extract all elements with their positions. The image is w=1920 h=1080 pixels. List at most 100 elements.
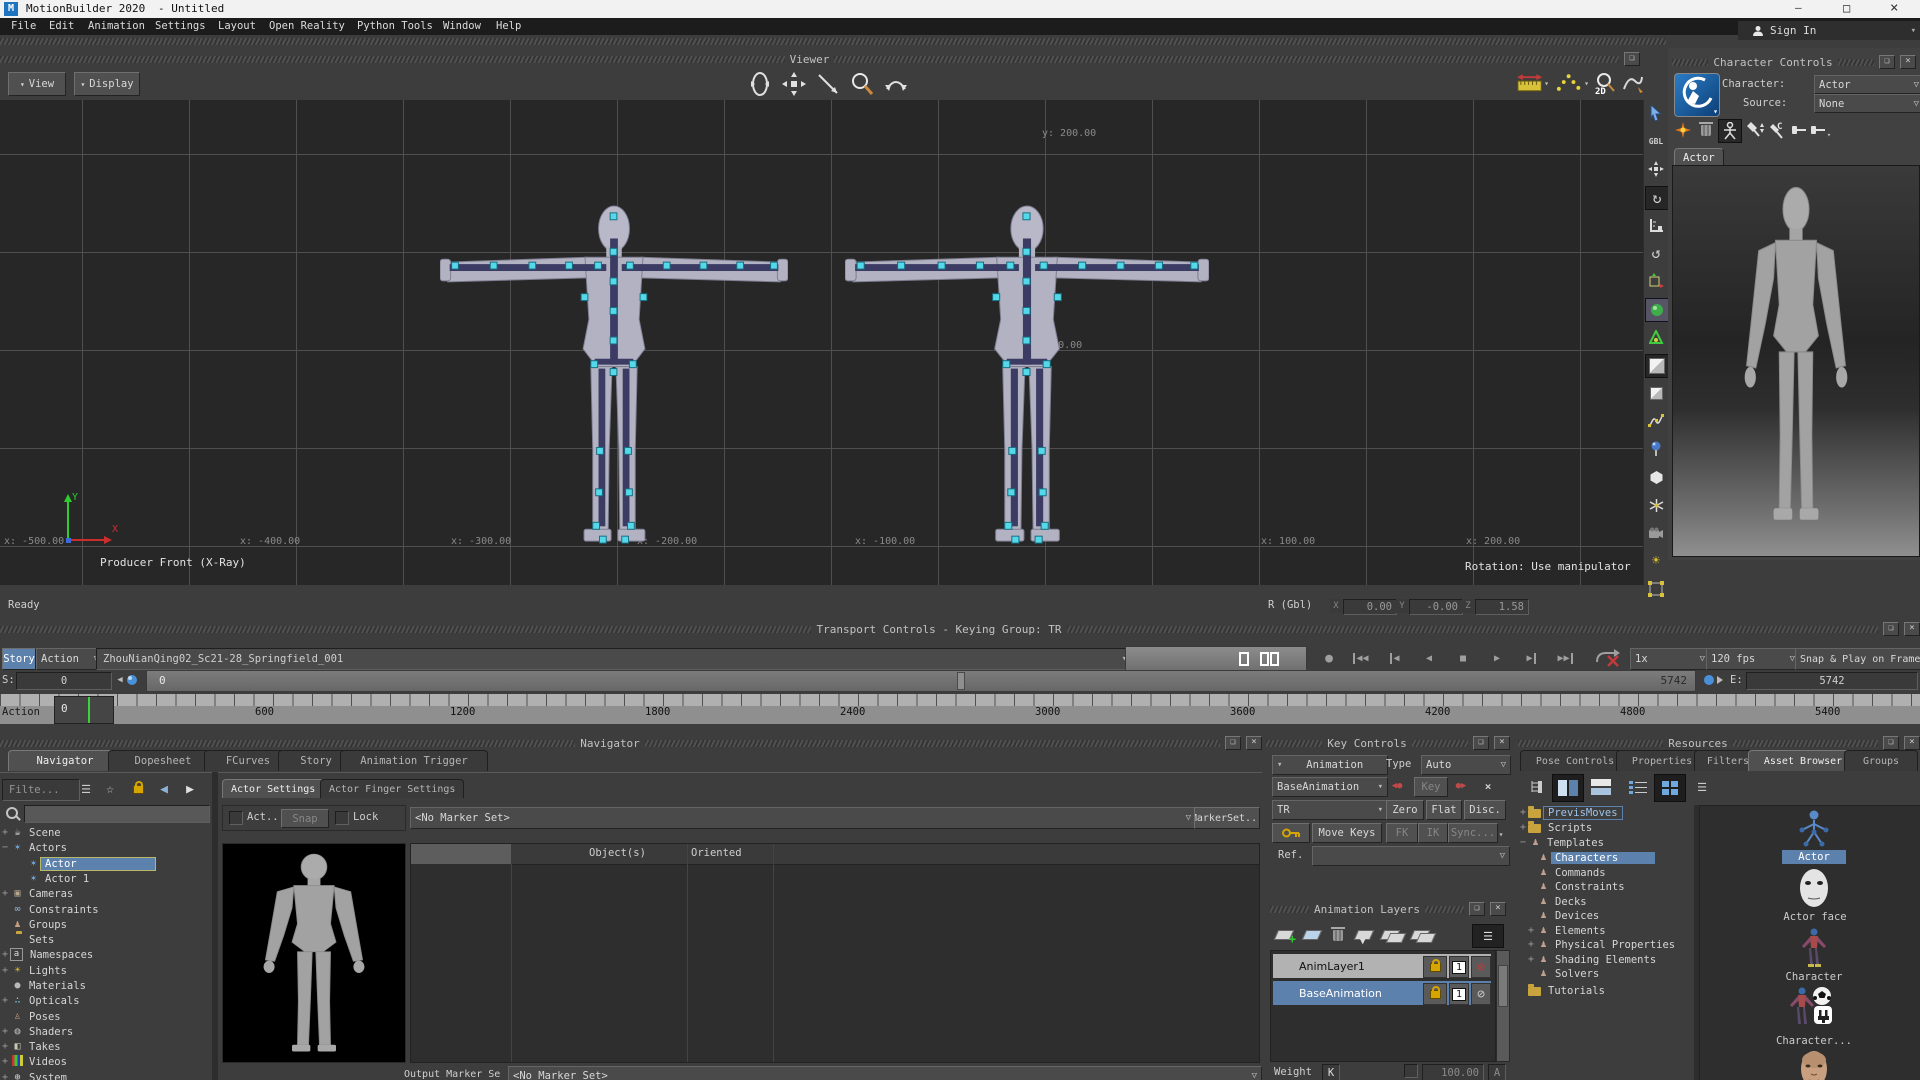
animation-layers-close-button[interactable]: × [1490,902,1506,916]
layer-row-animlayer1[interactable]: AnimLayer1 1 ⊘ [1273,954,1491,978]
playhead[interactable] [88,697,90,723]
delete-character-icon[interactable] [1698,122,1714,138]
tab-actor-settings[interactable]: Actor Settings [222,779,324,798]
previous-key-button[interactable]: ◀● [1384,777,1410,795]
split-view-icon[interactable] [1552,774,1584,802]
pin-rotate-icon[interactable]: C [1768,119,1790,141]
character-mode-button[interactable]: ▾ [1674,73,1720,117]
tree-item-opticals[interactable]: +∴Opticals [0,993,84,1008]
tree-item-sets[interactable]: Sets [0,932,58,947]
current-frame-box[interactable]: 0 [54,696,114,724]
layer-stack-alt-icon[interactable] [1410,926,1436,944]
tab-actor-finger-settings[interactable]: Actor Finger Settings [320,779,464,798]
pin-hold-icon[interactable] [1789,119,1809,141]
history-back-icon[interactable]: ◀ [154,781,174,797]
actor-tab[interactable]: Actor [1674,148,1724,166]
key-button[interactable]: Key [1414,777,1448,797]
weight-key-button[interactable]: K [1322,1064,1340,1080]
loop-off-icon[interactable] [1592,646,1624,670]
tab-asset-browser[interactable]: Asset Browser [1748,750,1858,771]
tree-item-actor-1[interactable]: ✶Actor 1 [26,871,93,886]
resources-close-button[interactable]: × [1904,736,1920,750]
trajectory-tool-icon[interactable]: ▾ [1555,72,1589,94]
tree-item-commands[interactable]: ♟Commands [1536,865,1610,880]
ik-button[interactable]: IK [1418,823,1448,843]
go-to-end-button[interactable]: ▶▶ [1550,648,1580,668]
story-button[interactable]: Story [2,648,36,670]
asset-character-face-icon[interactable] [1798,1050,1830,1080]
asset-actor-label[interactable]: Actor [1782,850,1846,864]
global-space-button[interactable]: GBL [1645,130,1667,152]
asset-actor-face-label[interactable]: Actor face [1770,910,1860,923]
next-key-button[interactable]: ●▶ [1448,777,1474,795]
minimize-button[interactable]: — [1795,1,1802,14]
key-controls-header[interactable]: Key Controls ❏× [1266,736,1510,750]
display-menu-button[interactable]: ▾Display [74,72,140,96]
action-mode-select[interactable]: Action▽ [36,648,104,670]
tree-item-scene[interactable]: +☕Scene [0,825,65,840]
active-checkbox[interactable] [229,811,243,825]
character-controls-close-button[interactable]: × [1900,55,1916,69]
asset-character-label[interactable]: Character [1778,970,1850,983]
weight-checkbox[interactable] [1404,1064,1418,1078]
cone-light-icon[interactable] [1645,326,1667,348]
step-back-button[interactable]: ◀ [1380,648,1410,668]
tree-item-cameras[interactable]: +▣Cameras [0,886,77,901]
tree-item-lights[interactable]: +☀Lights [0,963,71,978]
layout-single-icon[interactable] [1236,651,1252,667]
play-button[interactable]: ▶ [1482,648,1512,668]
view-menu-button[interactable]: ▾View [8,72,66,96]
maximize-button[interactable]: □ [1843,1,1850,15]
rotate-tool-icon[interactable]: ↻ [1645,186,1669,210]
tree-item-solvers[interactable]: ♟Solvers [1536,966,1603,981]
tree-item-physical-properties[interactable]: +♟Physical Properties [1526,937,1679,952]
weight-value-field[interactable]: 100.00 [1422,1064,1484,1080]
tree-item-actor[interactable]: ✶Actor [26,856,155,871]
close-button[interactable]: × [1890,0,1898,16]
viewport[interactable]: y: 200.00 y: 100.00 x: -500.00 x: -400.0… [0,100,1643,585]
tree-item-prevismoves[interactable]: +PrevisMoves [1518,805,1622,820]
tree-view-icon[interactable] [1526,777,1548,797]
tree-item-poses[interactable]: ♙Poses [0,1009,65,1024]
character-mode-dropdown-icon[interactable]: ▾ [1713,107,1718,116]
spline-tool-icon[interactable] [1645,410,1667,432]
layer-lock-button[interactable] [1423,956,1447,978]
select-cursor-icon[interactable] [1645,102,1667,124]
fk-button[interactable]: FK [1386,823,1418,843]
tree-item-groups[interactable]: ♟Groups [0,917,71,932]
source-select[interactable]: None▽ [1814,94,1920,113]
range-slider[interactable]: 0 5742 [146,670,1696,692]
menu-help[interactable]: Help [496,20,521,32]
marker-table[interactable]: Object(s) Oriented [410,843,1260,1063]
marker-set-select[interactable]: <No Marker Set>▽ [410,807,1196,829]
move-keys-button[interactable]: Move Keys [1312,823,1382,843]
asset-character-ext-label[interactable]: Character... [1766,1034,1862,1047]
animation-layers-header[interactable]: Animation Layers ❏× [1270,902,1506,916]
take-field[interactable]: ZhouNianQing02_Sc21-28_Springfield_001▾ [96,648,1134,670]
scale-tool-icon[interactable] [1645,214,1667,236]
resources-header[interactable]: Resources ❏× [1518,736,1920,750]
rotation-z-value[interactable]: 1.58 [1475,599,1529,615]
timeline-ruler[interactable]: Action 0 600 1200 1800 2400 3000 3600 42… [0,694,1920,724]
menu-edit[interactable]: Edit [49,20,74,32]
tree-item-shaders[interactable]: +◍Shaders [0,1024,77,1039]
tree-item-characters[interactable]: ♟Characters [1536,850,1655,865]
layer-select[interactable]: BaseAnimation▾ [1272,777,1388,797]
layer-mute-button[interactable]: ⊘ [1471,983,1491,1005]
layer-list-button[interactable]: ☰ [1472,924,1504,948]
tree-item-decks[interactable]: ♟Decks [1536,894,1591,909]
menu-layout[interactable]: Layout [218,20,256,32]
grid-view-icon[interactable] [1654,774,1686,802]
layout-dual-icon[interactable] [1258,651,1282,667]
layer-stack-icon[interactable] [1380,926,1406,944]
tree-item-videos[interactable]: +Videos [0,1054,71,1069]
tree-item-elements[interactable]: +♟Elements [1526,923,1610,938]
range-scrub-handle[interactable] [126,674,138,686]
tree-item-templates[interactable]: −♟Templates [1518,835,1608,850]
sync-dropdown-icon[interactable]: ▾ [1496,828,1506,840]
navigator-float-button[interactable]: ❏ [1225,736,1241,750]
tree-item-materials[interactable]: ●Materials [0,978,90,993]
key-controls-close-button[interactable]: × [1494,736,1510,750]
magnifier-tool-icon[interactable] [847,70,877,98]
snap-mode-select[interactable]: Snap & Play on Frames▽ [1795,648,1920,670]
